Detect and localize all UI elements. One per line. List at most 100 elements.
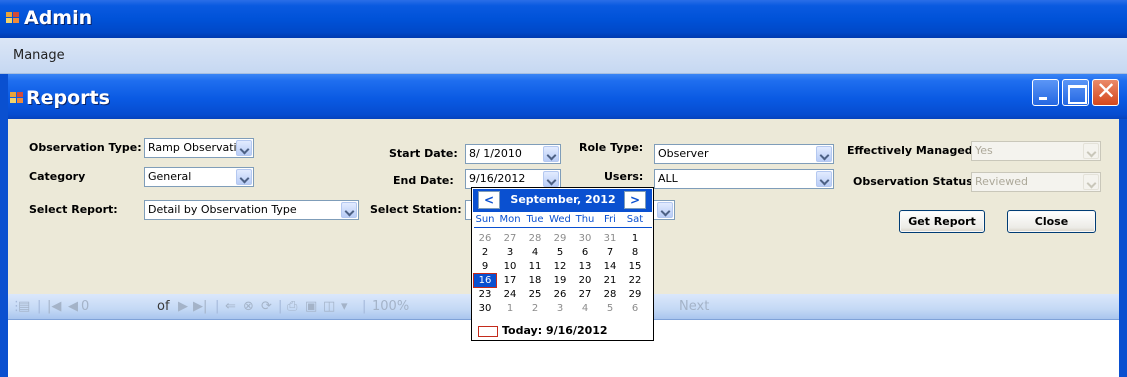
- calendar-month-title[interactable]: September, 2012: [503, 193, 623, 206]
- calendar-day[interactable]: 19: [549, 274, 571, 287]
- menu-bar: Manage: [0, 38, 1127, 74]
- users-label: Users:: [604, 170, 644, 183]
- weekday-label: Mon: [499, 214, 521, 225]
- users-select[interactable]: ALL: [654, 169, 834, 189]
- next-month-button[interactable]: >: [624, 191, 646, 209]
- admin-title-bar[interactable]: Admin: [0, 0, 1127, 38]
- calendar-day[interactable]: 18: [524, 274, 546, 287]
- end-date-picker[interactable]: 9/16/2012: [465, 169, 561, 189]
- observation-status-value: Reviewed: [975, 175, 1028, 188]
- observation-status-select[interactable]: Reviewed: [971, 172, 1101, 192]
- chevron-down-icon[interactable]: [543, 171, 559, 187]
- maximize-icon[interactable]: [1062, 79, 1089, 106]
- observation-type-select[interactable]: Ramp Observation: [144, 138, 254, 158]
- calendar-day[interactable]: 25: [524, 288, 546, 301]
- print-layout-icon[interactable]: ▣: [305, 299, 317, 314]
- menu-item-manage[interactable]: Manage: [13, 48, 65, 63]
- stop-icon[interactable]: ⊗: [243, 299, 254, 314]
- previous-month-button[interactable]: <: [478, 191, 500, 209]
- calendar-day[interactable]: 31: [599, 232, 621, 245]
- page-setup-icon[interactable]: ◫: [323, 299, 335, 314]
- chevron-down-icon[interactable]: [236, 140, 252, 156]
- calendar-day[interactable]: 3: [549, 302, 571, 315]
- reports-window-title: Reports: [26, 87, 110, 109]
- next-page-icon[interactable]: ▶: [178, 299, 188, 314]
- calendar-day[interactable]: 28: [599, 288, 621, 301]
- calendar-day[interactable]: 30: [574, 232, 596, 245]
- chevron-down-icon[interactable]: [341, 202, 357, 218]
- start-date-value: 8/ 1/2010: [469, 147, 522, 160]
- calendar-day[interactable]: 3: [499, 246, 521, 259]
- calendar-day[interactable]: 21: [599, 274, 621, 287]
- calendar-day[interactable]: 28: [524, 232, 546, 245]
- get-report-button[interactable]: Get Report: [899, 210, 985, 233]
- close-button[interactable]: Close: [1007, 210, 1096, 233]
- effectively-managed-value: Yes: [975, 144, 993, 157]
- zoom-select[interactable]: 100%: [372, 299, 409, 314]
- previous-page-icon[interactable]: ◀: [68, 299, 78, 314]
- last-page-icon[interactable]: ▶|: [193, 299, 207, 314]
- calendar-day[interactable]: 12: [549, 260, 571, 273]
- users-value: ALL: [658, 172, 678, 185]
- calendar-day[interactable]: 4: [574, 302, 596, 315]
- calendar-day[interactable]: 14: [599, 260, 621, 273]
- print-icon[interactable]: ⎙: [287, 299, 297, 314]
- category-select[interactable]: General: [144, 167, 254, 187]
- back-icon[interactable]: ⇐: [225, 299, 236, 314]
- calendar-day[interactable]: 27: [574, 288, 596, 301]
- calendar-day[interactable]: 26: [549, 288, 571, 301]
- calendar-day[interactable]: 24: [499, 288, 521, 301]
- start-date-picker[interactable]: 8/ 1/2010: [465, 144, 561, 164]
- current-page-input[interactable]: 0: [81, 299, 89, 314]
- calendar-day[interactable]: 10: [499, 260, 521, 273]
- calendar-day[interactable]: 8: [624, 246, 646, 259]
- calendar-header: < September, 2012 >: [473, 189, 652, 212]
- calendar-day[interactable]: 23: [474, 288, 496, 301]
- calendar-day[interactable]: 6: [624, 302, 646, 315]
- calendar-day[interactable]: 4: [524, 246, 546, 259]
- select-report-select[interactable]: Detail by Observation Type: [144, 200, 359, 220]
- effectively-managed-label: Effectively Managed:: [847, 144, 978, 157]
- calendar-day[interactable]: 6: [574, 246, 596, 259]
- close-icon[interactable]: ✕: [1092, 77, 1119, 106]
- calendar-day[interactable]: 30: [474, 302, 496, 315]
- calendar-day[interactable]: 17: [499, 274, 521, 287]
- calendar-day[interactable]: 9: [474, 260, 496, 273]
- calendar-day[interactable]: 27: [499, 232, 521, 245]
- calendar-day[interactable]: 29: [624, 288, 646, 301]
- chevron-down-icon[interactable]: [236, 169, 252, 185]
- calendar-day[interactable]: 11: [524, 260, 546, 273]
- chevron-down-icon[interactable]: [657, 202, 673, 218]
- calendar-day[interactable]: 29: [549, 232, 571, 245]
- chevron-down-icon[interactable]: [816, 146, 832, 162]
- calendar-day[interactable]: 2: [474, 246, 496, 259]
- effectively-managed-select[interactable]: Yes: [971, 141, 1101, 161]
- minimize-icon[interactable]: [1032, 79, 1059, 106]
- calendar-day[interactable]: 7: [599, 246, 621, 259]
- window-border: [0, 74, 8, 377]
- chevron-down-icon[interactable]: [816, 171, 832, 187]
- chevron-down-icon[interactable]: [543, 146, 559, 162]
- export-icon[interactable]: ▾: [341, 299, 348, 314]
- calendar-day[interactable]: 1: [499, 302, 521, 315]
- find-next-link[interactable]: Next: [679, 299, 709, 314]
- calendar-day[interactable]: 20: [574, 274, 596, 287]
- role-type-select[interactable]: Observer: [654, 144, 834, 164]
- refresh-icon[interactable]: ⟳: [261, 299, 272, 314]
- calendar-day[interactable]: 13: [574, 260, 596, 273]
- calendar-day[interactable]: 5: [599, 302, 621, 315]
- calendar-day[interactable]: 1: [624, 232, 646, 245]
- chevron-down-icon[interactable]: [1083, 143, 1099, 159]
- first-page-icon[interactable]: |◀: [47, 299, 61, 314]
- calendar-day[interactable]: 26: [474, 232, 496, 245]
- today-link[interactable]: Today: 9/16/2012: [502, 324, 608, 337]
- calendar-day[interactable]: 5: [549, 246, 571, 259]
- chevron-down-icon[interactable]: [1083, 174, 1099, 190]
- toolbar-separator: |: [278, 299, 283, 314]
- calendar-day[interactable]: 22: [624, 274, 646, 287]
- reports-title-bar[interactable]: Reports ✕: [0, 74, 1127, 119]
- calendar-day[interactable]: 16: [473, 273, 497, 288]
- calendar-day[interactable]: 2: [524, 302, 546, 315]
- calendar-day[interactable]: 15: [624, 260, 646, 273]
- document-map-icon[interactable]: ▤: [18, 299, 30, 314]
